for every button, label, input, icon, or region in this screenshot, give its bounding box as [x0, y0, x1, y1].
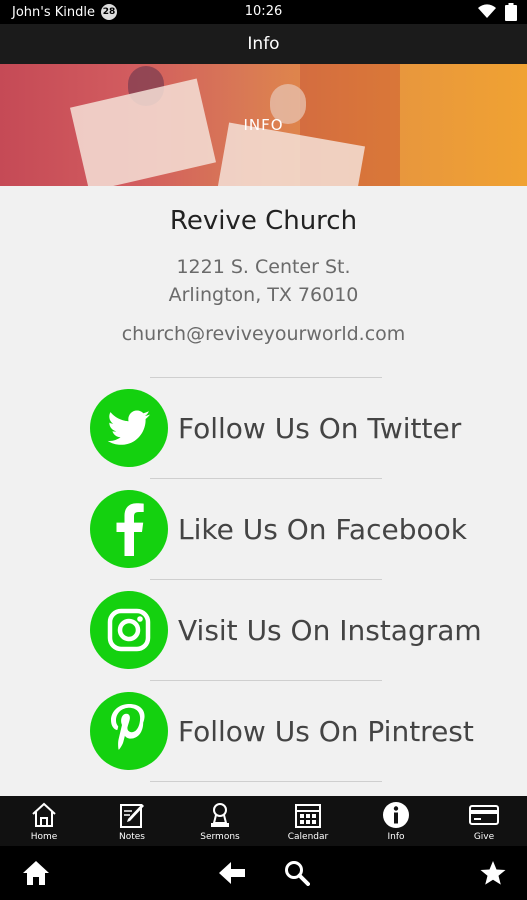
instagram-label: Visit Us On Instagram	[178, 613, 482, 647]
tab-notes[interactable]: Notes	[88, 796, 176, 846]
calendar-icon	[295, 804, 321, 828]
divider	[150, 781, 382, 782]
sermons-icon	[211, 803, 229, 827]
pinterest-link[interactable]: Follow Us On Pintrest	[90, 692, 474, 770]
pinterest-label: Follow Us On Pintrest	[178, 714, 474, 748]
back-arrow-icon[interactable]	[218, 860, 246, 886]
divider	[150, 579, 382, 580]
tab-notes-label: Notes	[119, 832, 145, 842]
bottom-tab-bar: Home Notes Sermons Calendar Info Give	[0, 796, 527, 846]
twitter-link[interactable]: Follow Us On Twitter	[90, 389, 461, 467]
address-line-1: 1221 S. Center St.	[176, 256, 351, 278]
tab-info[interactable]: Info	[352, 796, 440, 846]
battery-icon	[505, 3, 517, 21]
wifi-icon	[478, 4, 496, 19]
pinterest-icon	[111, 704, 145, 750]
info-icon	[383, 802, 409, 828]
tab-home-label: Home	[30, 832, 58, 842]
facebook-icon	[116, 503, 144, 556]
system-nav-bar	[0, 846, 527, 900]
tab-sermons-label: Sermons	[200, 832, 240, 842]
email-link[interactable]: church@reviveyourworld.com	[0, 323, 527, 345]
banner-label: INFO	[243, 116, 284, 134]
address-line-2: Arlington, TX 76010	[168, 284, 359, 306]
divider	[150, 478, 382, 479]
tab-home[interactable]: Home	[0, 796, 88, 846]
tab-give[interactable]: Give	[440, 796, 527, 846]
tab-calendar[interactable]: Calendar	[264, 796, 352, 846]
home-icon	[32, 802, 56, 827]
clock: 10:26	[244, 4, 283, 19]
header-banner-image: INFO	[0, 64, 527, 186]
instagram-link[interactable]: Visit Us On Instagram	[90, 591, 482, 669]
divider	[150, 680, 382, 681]
facebook-label: Like Us On Facebook	[178, 512, 467, 546]
home-nav-icon[interactable]	[22, 860, 50, 886]
search-icon[interactable]	[284, 860, 310, 886]
info-content[interactable]: Revive Church 1221 S. Center St. Arlingt…	[0, 186, 527, 796]
twitter-label: Follow Us On Twitter	[178, 411, 462, 445]
notes-icon	[120, 804, 144, 828]
page-title: Info	[0, 24, 527, 64]
instagram-icon	[107, 608, 151, 652]
divider	[150, 377, 382, 378]
tab-info-label: Info	[387, 832, 405, 842]
facebook-link[interactable]: Like Us On Facebook	[90, 490, 467, 568]
tab-sermons[interactable]: Sermons	[176, 796, 264, 846]
give-icon	[469, 805, 499, 825]
status-bar: John's Kindle 28 10:26	[0, 0, 527, 24]
twitter-icon	[107, 410, 150, 445]
tab-give-label: Give	[473, 832, 495, 842]
tab-calendar-label: Calendar	[287, 832, 329, 842]
favorites-star-icon[interactable]	[480, 860, 506, 886]
church-name: Revive Church	[169, 206, 358, 236]
